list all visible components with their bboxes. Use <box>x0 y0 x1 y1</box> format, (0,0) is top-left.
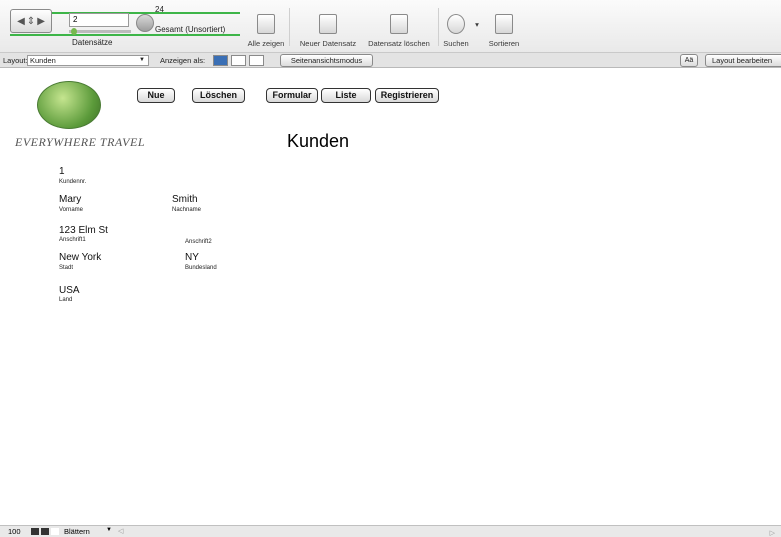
app-window: ◀ ⇕ ▶ 2 Datensätze 24 Gesamt (Unsortiert… <box>0 0 781 537</box>
list-view-button[interactable] <box>231 55 246 66</box>
customer-no-field[interactable]: 1 <box>59 166 65 177</box>
edit-layout-button[interactable]: Layout bearbeiten <box>705 54 781 67</box>
delete-record-label: Datensatz löschen <box>368 39 430 48</box>
sort-button[interactable]: Sortieren <box>485 14 523 48</box>
globe-logo-icon <box>37 81 101 129</box>
sort-icon <box>495 14 513 34</box>
lastname-label: Nachname <box>172 207 202 213</box>
city-field[interactable]: New York <box>59 252 101 263</box>
customer-no-label: Kundennr. <box>59 179 87 185</box>
record-navigation-button[interactable]: ◀ ⇕ ▶ <box>10 9 52 33</box>
record-status: Gesamt (Unsortiert) <box>155 25 226 34</box>
country-field[interactable]: USA <box>59 285 80 296</box>
state-field[interactable]: NY <box>185 252 199 263</box>
chevron-down-icon: ▼ <box>139 57 145 63</box>
page-view-button[interactable]: Seitenansichtsmodus <box>280 54 373 67</box>
show-all-icon <box>257 14 275 34</box>
firstname-field[interactable]: Mary <box>59 194 81 205</box>
toolbar-separator <box>289 8 290 46</box>
record-slider-track[interactable] <box>69 30 131 33</box>
delete-record-icon <box>390 14 408 34</box>
mode-select[interactable]: Blättern <box>64 527 90 536</box>
form-view-button[interactable] <box>213 55 228 66</box>
view-as-label: Anzeigen als: <box>160 56 206 65</box>
find-button[interactable]: Suchen <box>441 14 471 48</box>
firstname-label: Vorname <box>59 207 84 213</box>
layout-label: Layout: <box>3 56 28 65</box>
format-bar-button[interactable]: Aä <box>680 54 698 67</box>
delete-button[interactable]: Löschen <box>192 88 245 103</box>
toolbar-accent-bottom <box>10 34 240 36</box>
new-button[interactable]: Nue <box>137 88 175 103</box>
next-record-icon[interactable]: ▶ <box>37 16 45 27</box>
found-set-pie-icon <box>136 14 154 32</box>
logo-text: EVERYWHERE TRAVEL <box>15 135 145 149</box>
layout-select[interactable]: Kunden ▼ <box>27 55 149 66</box>
record-slider-knob[interactable] <box>71 28 77 35</box>
show-all-label: Alle zeigen <box>247 39 285 48</box>
zoom-icon[interactable] <box>31 528 59 535</box>
zoom-level[interactable]: 100 <box>8 527 21 536</box>
new-record-icon <box>319 14 337 34</box>
record-number-input[interactable]: 2 <box>69 13 129 27</box>
country-label: Land <box>59 297 73 303</box>
address1-field[interactable]: 123 Elm St <box>59 225 108 236</box>
layout-bar: Layout: Kunden ▼ Anzeigen als: Seitenans… <box>0 53 781 68</box>
list-button[interactable]: Liste <box>321 88 371 103</box>
scroll-right-icon[interactable]: ▷ <box>770 529 775 537</box>
scroll-left-icon[interactable]: ◁ <box>118 527 123 535</box>
chevron-down-icon[interactable]: ▼ <box>106 527 112 533</box>
new-record-button[interactable]: Neuer Datensatz <box>294 14 362 48</box>
record-total: 24 <box>155 5 164 14</box>
address1-label: Anschrift1 <box>59 237 86 243</box>
form-button[interactable]: Formular <box>266 88 318 103</box>
toolbar: ◀ ⇕ ▶ 2 Datensätze 24 Gesamt (Unsortiert… <box>0 0 781 53</box>
records-label: Datensätze <box>72 38 113 47</box>
page-title: Kunden <box>287 131 350 151</box>
table-view-button[interactable] <box>249 55 264 66</box>
show-all-button[interactable]: Alle zeigen <box>244 14 288 48</box>
toolbar-separator <box>438 8 439 46</box>
new-record-label: Neuer Datensatz <box>299 39 357 48</box>
find-dropdown-icon[interactable]: ▾ <box>473 20 481 29</box>
register-button[interactable]: Registrieren <box>375 88 439 103</box>
city-label: Stadt <box>59 265 74 271</box>
sort-label: Sortieren <box>488 39 520 48</box>
state-label: Bundesland <box>185 265 217 271</box>
lastname-field[interactable]: Smith <box>172 194 198 205</box>
address2-label: Anschrift2 <box>185 239 212 245</box>
record-book-icon: ⇕ <box>26 15 36 27</box>
find-label: Suchen <box>443 39 469 48</box>
magnifier-icon <box>447 14 465 34</box>
delete-record-button[interactable]: Datensatz löschen <box>363 14 435 48</box>
previous-record-icon[interactable]: ◀ <box>17 16 25 27</box>
layout-select-value: Kunden <box>30 56 56 65</box>
status-bar: 100 Blättern ▼ ◁ <box>0 525 781 537</box>
